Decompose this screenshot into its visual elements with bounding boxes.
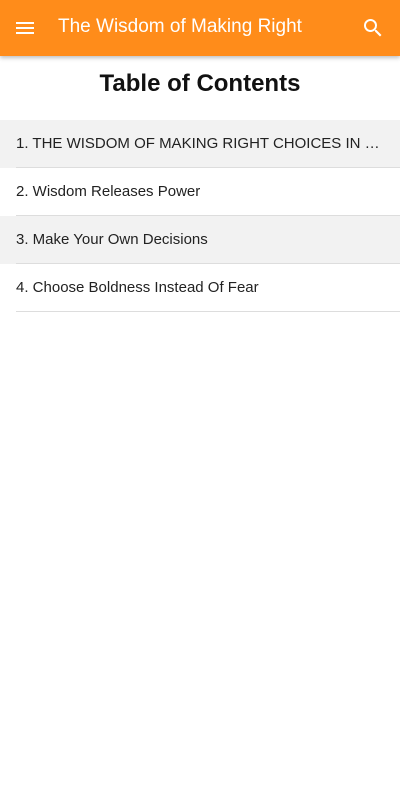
app-bar: The Wisdom of Making Right — [0, 0, 400, 56]
search-icon — [361, 16, 385, 40]
toc-item-label: 1. THE WISDOM OF MAKING RIGHT CHOICES IN… — [16, 135, 384, 152]
toc-item-2[interactable]: 2. Wisdom Releases Power — [0, 168, 400, 216]
toc-heading: Table of Contents — [99, 70, 301, 97]
toc-item-3[interactable]: 3. Make Your Own Decisions — [0, 216, 400, 264]
toc-item-label: 3. Make Your Own Decisions — [16, 231, 208, 248]
toc-item-label: 4. Choose Boldness Instead Of Fear — [16, 279, 259, 296]
search-button[interactable] — [346, 0, 400, 56]
main-content: Table of Contents 1. THE WISDOM OF MAKIN… — [0, 56, 400, 800]
toc-list: 1. THE WISDOM OF MAKING RIGHT CHOICES IN… — [0, 120, 400, 312]
menu-button[interactable] — [0, 0, 50, 56]
divider — [16, 311, 400, 312]
app-title: The Wisdom of Making Right — [58, 15, 302, 37]
toc-item-1[interactable]: 1. THE WISDOM OF MAKING RIGHT CHOICES IN… — [0, 120, 400, 168]
menu-icon — [13, 16, 37, 40]
toc-item-label: 2. Wisdom Releases Power — [16, 183, 201, 200]
toc-item-4[interactable]: 4. Choose Boldness Instead Of Fear — [0, 264, 400, 312]
